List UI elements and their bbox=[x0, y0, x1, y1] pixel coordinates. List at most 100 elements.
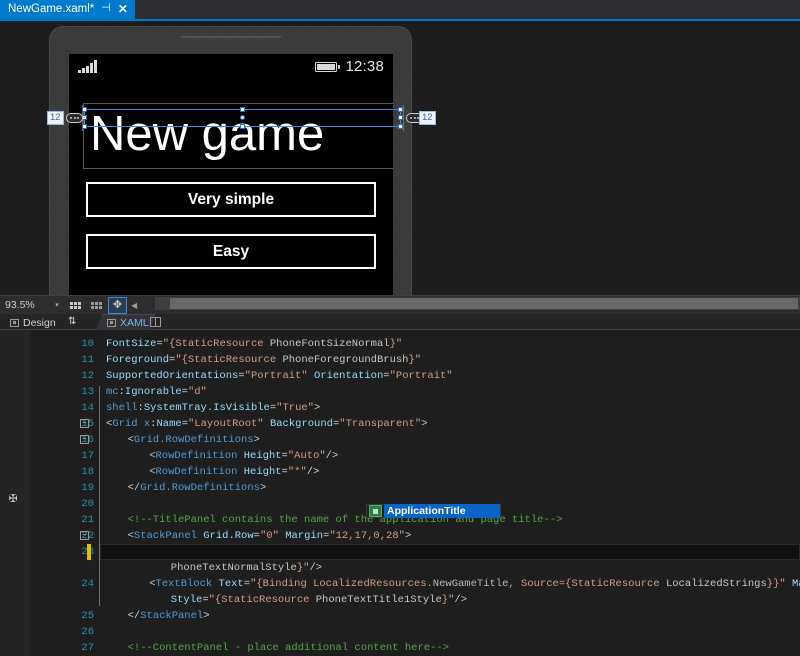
show-grid-button[interactable] bbox=[66, 297, 85, 314]
code-token: PhoneFontSizeNormal bbox=[269, 338, 390, 350]
effects-icon: ✥ bbox=[112, 298, 123, 311]
code-token: > bbox=[253, 434, 260, 446]
pin-icon[interactable]: ⊣ bbox=[101, 0, 111, 18]
code-token: Height bbox=[243, 466, 282, 478]
code-token: , Source={StaticResource bbox=[508, 578, 666, 590]
code-line[interactable]: <RowDefinition Height="Auto"/> bbox=[106, 448, 800, 464]
code-token: RowDefinition bbox=[155, 466, 238, 478]
code-line[interactable]: <Grid.RowDefinitions> bbox=[106, 432, 800, 448]
code-line[interactable]: <RowDefinition Height="*"/> bbox=[106, 464, 800, 480]
page-title-textblock[interactable]: New game bbox=[90, 107, 324, 162]
code-line[interactable]: <!--ContentPanel - place additional cont… bbox=[106, 640, 800, 656]
design-view-icon bbox=[10, 318, 19, 327]
code-token: > bbox=[421, 418, 428, 430]
code-outlining-margin[interactable] bbox=[94, 330, 106, 656]
code-line[interactable] bbox=[106, 624, 800, 640]
code-token: Height bbox=[243, 450, 282, 462]
code-token: PhoneForegroundBrush bbox=[282, 354, 409, 366]
code-token: "{StaticResource bbox=[162, 338, 270, 350]
margin-value-left[interactable]: 12 bbox=[47, 111, 64, 125]
code-token: }" bbox=[441, 594, 455, 606]
zoom-level-value: 93.5% bbox=[5, 299, 35, 311]
code-token: Background bbox=[269, 418, 333, 430]
code-token: > bbox=[203, 610, 210, 622]
property-icon bbox=[369, 505, 382, 517]
outlining-guide-line bbox=[99, 386, 100, 606]
phone-device-frame: 12:38 New game Very simple Easy bbox=[49, 26, 412, 295]
code-token: "Portrait" bbox=[244, 370, 308, 382]
code-token: "12,17,0,28" bbox=[329, 530, 405, 542]
code-token: "Portrait" bbox=[389, 370, 453, 382]
code-line[interactable]: PhoneTextNormalStyle}"/> bbox=[106, 560, 800, 576]
intellisense-item-application-title[interactable]: ApplicationTitle bbox=[384, 504, 500, 518]
designer-horizontal-scrollbar[interactable] bbox=[155, 297, 800, 310]
code-line[interactable]: Foreground="{StaticResource PhoneForegro… bbox=[106, 352, 800, 368]
code-line[interactable]: shell:SystemTray.IsVisible="True"> bbox=[106, 400, 800, 416]
intellisense-completion-popup[interactable]: ApplicationTitle bbox=[366, 504, 501, 518]
xaml-designer-surface[interactable]: 12:38 New game Very simple Easy 12 12 bbox=[0, 21, 800, 295]
battery-icon bbox=[315, 61, 341, 72]
close-icon[interactable]: ✕ bbox=[118, 0, 128, 19]
line-number: 19 bbox=[81, 482, 94, 494]
code-token: }}" bbox=[766, 578, 786, 590]
code-token: }" bbox=[296, 562, 310, 574]
swap-panes-icon[interactable]: ⇅ bbox=[68, 316, 76, 327]
tab-design[interactable]: Design bbox=[4, 315, 62, 330]
margin-value-right[interactable]: 12 bbox=[419, 111, 436, 125]
collapse-region-icon[interactable]: − bbox=[80, 435, 89, 444]
wrench-icon[interactable]: ✠ bbox=[9, 490, 17, 507]
line-number: 14 bbox=[81, 402, 94, 414]
code-token: StackPanel bbox=[133, 530, 197, 542]
line-number: 18 bbox=[81, 466, 94, 478]
line-number-gutter: 1011121314151617181920212223242526272829… bbox=[30, 330, 94, 656]
code-token: Grid.Row bbox=[203, 530, 254, 542]
application-title-textblock[interactable] bbox=[83, 80, 377, 105]
margin-chain-icon-left[interactable] bbox=[66, 113, 83, 123]
tab-xaml[interactable]: XAML bbox=[96, 314, 156, 330]
collapse-region-icon[interactable]: − bbox=[80, 419, 89, 428]
code-token: "0" bbox=[259, 530, 279, 542]
unsaved-change-marker bbox=[87, 544, 91, 560]
tab-newgame-xaml[interactable]: NewGame.xaml* ⊣ ✕ bbox=[0, 0, 135, 19]
code-token: > bbox=[313, 402, 321, 414]
phone-screen[interactable]: 12:38 New game Very simple Easy bbox=[69, 54, 393, 295]
code-line[interactable]: <TextBlock Text="{Binding LocalizedResou… bbox=[106, 576, 800, 592]
code-line[interactable]: mc:Ignorable="d" bbox=[106, 384, 800, 400]
code-token: SystemTray.IsVisible bbox=[143, 402, 270, 414]
collapse-region-icon[interactable]: − bbox=[80, 531, 89, 540]
button-easy[interactable]: Easy bbox=[86, 234, 376, 269]
code-line[interactable]: </Grid.RowDefinitions> bbox=[106, 480, 800, 496]
code-token: <!--ContentPanel - place additional cont… bbox=[127, 642, 449, 654]
code-token: "Transparent" bbox=[339, 418, 422, 430]
code-line[interactable]: FontSize="{StaticResource PhoneFontSizeN… bbox=[106, 336, 800, 352]
code-line[interactable]: <StackPanel Grid.Row="0" Margin="12,17,0… bbox=[106, 528, 800, 544]
code-token: "True" bbox=[276, 402, 314, 414]
xaml-code-editor[interactable]: ✠ 10111213141516171819202122232425262728… bbox=[0, 330, 800, 656]
effects-toggle-button[interactable]: ✥ bbox=[108, 296, 127, 314]
snap-lines-button[interactable] bbox=[87, 297, 106, 314]
code-token: </ bbox=[127, 610, 141, 622]
tab-xaml-label: XAML bbox=[120, 316, 149, 329]
code-token: TextBlock bbox=[155, 578, 213, 590]
split-view-icon[interactable] bbox=[150, 317, 161, 327]
button-very-simple[interactable]: Very simple bbox=[86, 182, 376, 217]
code-line[interactable]: <Grid x:Name="LayoutRoot" Background="Tr… bbox=[106, 416, 800, 432]
tab-title: NewGame.xaml* bbox=[8, 3, 95, 15]
current-line-highlight bbox=[100, 544, 800, 560]
code-token: FontSize bbox=[106, 338, 157, 350]
line-number: 25 bbox=[81, 610, 94, 622]
line-number: 13 bbox=[81, 386, 94, 398]
code-line[interactable]: SupportedOrientations="Portrait" Orienta… bbox=[106, 368, 800, 384]
xaml-view-icon bbox=[107, 319, 116, 327]
code-line[interactable]: Style="{StaticResource PhoneTextTitle1St… bbox=[106, 592, 800, 608]
collapse-toolbar-icon[interactable]: ◀ bbox=[131, 301, 137, 310]
code-line[interactable]: </StackPanel> bbox=[106, 608, 800, 624]
code-token: Text bbox=[218, 578, 244, 590]
code-token: Grid.RowDefinitions bbox=[133, 434, 254, 446]
chevron-down-icon[interactable]: ▾ bbox=[50, 301, 64, 309]
scrollbar-thumb[interactable] bbox=[170, 298, 798, 309]
code-text-area[interactable]: FontSize="{StaticResource PhoneFontSizeN… bbox=[106, 330, 800, 656]
code-token: Margin bbox=[285, 530, 323, 542]
zoom-level-combobox[interactable]: 93.5% bbox=[0, 296, 50, 315]
margin-guide-right bbox=[403, 105, 404, 131]
